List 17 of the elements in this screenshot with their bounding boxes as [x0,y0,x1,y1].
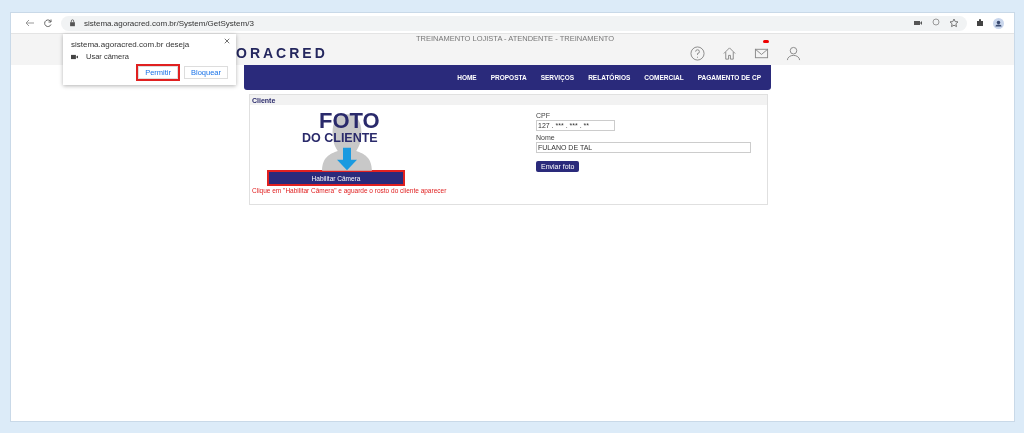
photo-caption: DO CLIENTE [302,132,378,145]
profile-icon[interactable] [993,17,1004,29]
photo-caption: FOTO [319,110,380,132]
help-icon[interactable] [690,45,705,61]
logo: ORACRED [236,45,328,61]
back-icon[interactable] [25,18,35,28]
arrow-down-icon [337,145,357,173]
camera-icon [71,53,78,60]
reload-icon[interactable] [43,18,53,28]
close-icon[interactable] [224,38,230,44]
camera-icon[interactable] [913,18,923,28]
user-icon[interactable] [786,45,801,61]
address-bar[interactable]: sistema.agoracred.com.br/System/GetSystem/3 [61,15,967,31]
lock-icon [69,19,76,27]
star-icon[interactable] [949,18,959,28]
home-icon[interactable] [722,45,737,61]
popup-message: sistema.agoracred.com.br deseja [71,40,191,49]
